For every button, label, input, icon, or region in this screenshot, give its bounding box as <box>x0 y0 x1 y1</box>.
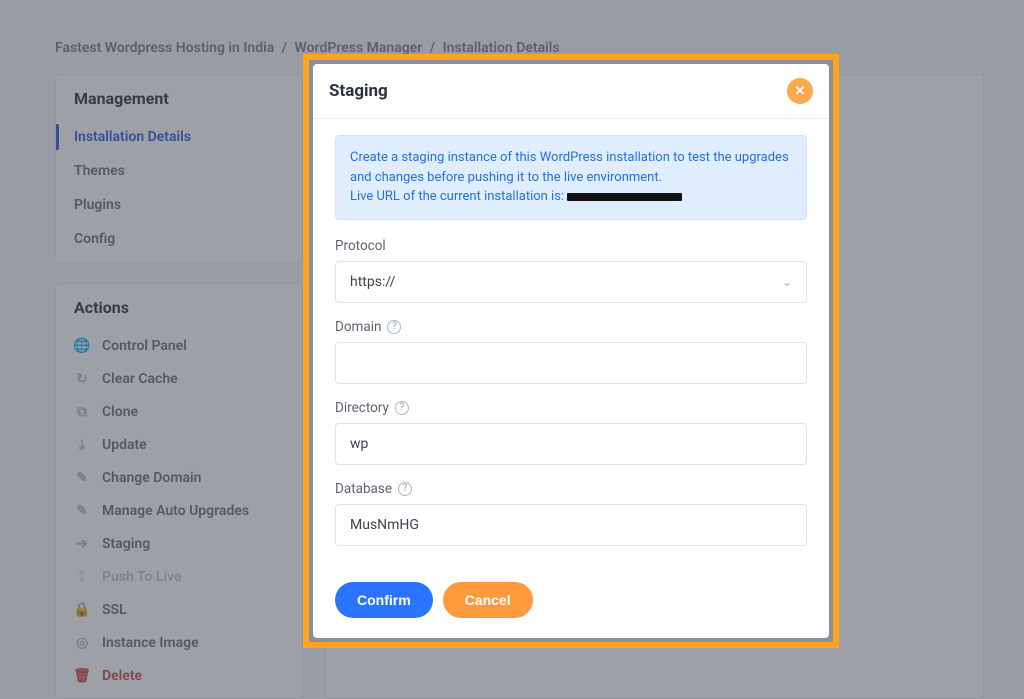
info-banner: Create a staging instance of this WordPr… <box>335 135 807 220</box>
protocol-select[interactable]: https:// ⌄ <box>335 261 807 303</box>
cancel-button[interactable]: Cancel <box>443 582 533 618</box>
close-icon: ✕ <box>795 83 806 99</box>
help-icon[interactable]: ? <box>395 401 409 415</box>
protocol-label: Protocol <box>335 238 386 254</box>
help-icon[interactable]: ? <box>398 482 412 496</box>
info-url-prefix: Live URL of the current installation is: <box>350 189 567 204</box>
help-icon[interactable]: ? <box>387 320 401 334</box>
domain-label: Domain <box>335 319 381 335</box>
database-input[interactable] <box>350 517 792 533</box>
directory-label: Directory <box>335 400 389 416</box>
info-text: Create a staging instance of this WordPr… <box>350 150 789 185</box>
domain-input[interactable] <box>350 355 792 371</box>
protocol-value: https:// <box>350 274 395 290</box>
modal-title: Staging <box>329 81 388 101</box>
directory-input[interactable] <box>350 436 792 452</box>
staging-modal: Staging ✕ Create a staging instance of t… <box>303 54 839 648</box>
directory-input-wrapper <box>335 423 807 465</box>
close-button[interactable]: ✕ <box>787 78 813 104</box>
confirm-button[interactable]: Confirm <box>335 582 433 618</box>
domain-input-wrapper <box>335 342 807 384</box>
database-label: Database <box>335 481 392 497</box>
database-input-wrapper <box>335 504 807 546</box>
chevron-down-icon: ⌄ <box>782 275 792 289</box>
redacted-url <box>567 193 682 201</box>
